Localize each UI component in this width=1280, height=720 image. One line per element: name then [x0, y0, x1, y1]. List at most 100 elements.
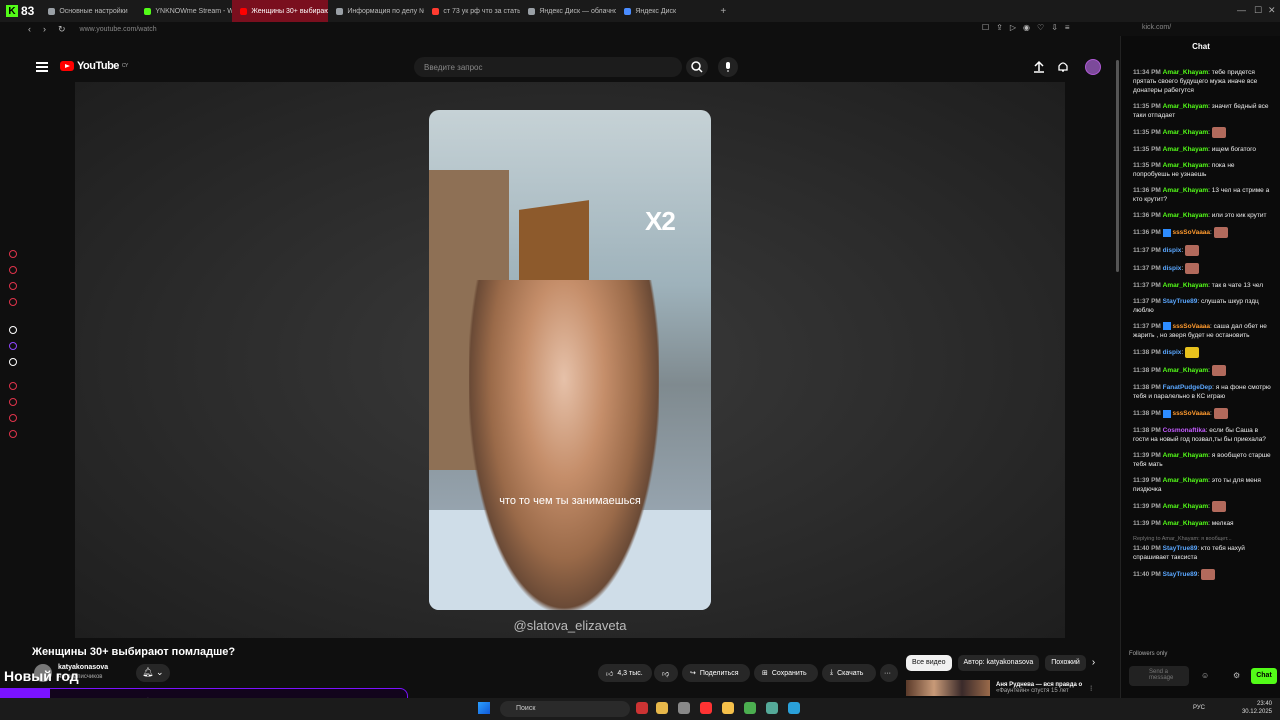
chat-message[interactable]: 11:38 PM dispix:	[1133, 347, 1273, 358]
chat-message[interactable]: 11:36 PM sssSoVaaaa:	[1133, 227, 1273, 238]
chat-message[interactable]: 11:38 PM sssSoVaaaa:	[1133, 408, 1273, 419]
chat-message[interactable]: 11:38 PM Cosmonaftika: если бы Саша в го…	[1133, 426, 1273, 444]
chat-username[interactable]: dispix	[1163, 349, 1182, 356]
menu-icon[interactable]: ≡	[1065, 23, 1070, 32]
chat-username[interactable]: Amar_Khayam	[1163, 503, 1209, 510]
search-input[interactable]: Введите запрос	[414, 57, 682, 77]
like-button[interactable]: 👍︎ 4,3 тыс.	[598, 664, 652, 682]
browser-tab[interactable]: Яндекс Диск	[616, 0, 712, 22]
chat-input[interactable]: Send a message	[1129, 666, 1189, 686]
back-icon[interactable]: ‹	[28, 24, 31, 35]
x-icon[interactable]	[9, 358, 17, 366]
url-field[interactable]: www.youtube.com/watch	[80, 26, 157, 33]
chat-message[interactable]: 11:36 PM Amar_Khayam: 13 чел на стриме а…	[1133, 186, 1273, 204]
chat-username[interactable]: Amar_Khayam	[1163, 477, 1209, 484]
recommended-video[interactable]: Аня Руднева — вся правда о «Фаунтейн» сп…	[906, 680, 1094, 696]
chat-username[interactable]: Amar_Khayam	[1163, 103, 1209, 110]
sidebar-app-icon[interactable]	[9, 382, 17, 390]
more-actions-button[interactable]: ···	[880, 664, 898, 682]
sidebar-app-icon[interactable]	[9, 398, 17, 406]
telegram-app-icon[interactable]	[788, 702, 800, 714]
voice-search-button[interactable]	[718, 57, 738, 77]
close-button[interactable]: ✕	[1268, 5, 1276, 16]
chat-username[interactable]: Amar_Khayam	[1163, 129, 1209, 136]
chat-message[interactable]: 11:38 PM Amar_Khayam:	[1133, 365, 1273, 376]
settings-icon[interactable]: ⚙	[1233, 671, 1240, 680]
chat-message[interactable]: 11:35 PM Amar_Khayam: значит бедный все …	[1133, 102, 1273, 120]
play-icon[interactable]: ▷	[1010, 23, 1016, 32]
chat-username[interactable]: Amar_Khayam	[1163, 162, 1209, 169]
browser-tab[interactable]: YNKNOWme Stream - W	[136, 0, 232, 22]
download-button[interactable]: ⤓ Скачать	[822, 664, 876, 682]
notifications-icon[interactable]	[1056, 60, 1070, 74]
chat-username[interactable]: Amar_Khayam	[1163, 187, 1209, 194]
heart-icon[interactable]: ♡	[1037, 23, 1044, 32]
chat-username[interactable]: StayTrue89	[1163, 545, 1198, 552]
chat-message[interactable]: 11:37 PM Amar_Khayam: так в чате 13 чел	[1133, 281, 1273, 290]
windows-start-icon[interactable]	[478, 702, 490, 714]
chat-message[interactable]: 11:34 PM Amar_Khayam: тебе придется прят…	[1133, 68, 1273, 95]
chat-message[interactable]: 11:39 PM Amar_Khayam: мелкая	[1133, 519, 1273, 528]
chat-username[interactable]: sssSoVaaaa	[1172, 323, 1210, 330]
chat-message[interactable]: 11:37 PM dispix:	[1133, 245, 1273, 256]
chat-username[interactable]: dispix	[1163, 265, 1182, 272]
browser-tab[interactable]: Яндекс Диск — облачное	[520, 0, 616, 22]
sidebar-app-icon[interactable]	[9, 414, 17, 422]
chat-username[interactable]: Amar_Khayam	[1163, 69, 1209, 76]
chat-username[interactable]: Amar_Khayam	[1163, 146, 1209, 153]
maximize-button[interactable]: ☐	[1254, 5, 1262, 16]
chat-username[interactable]: dispix	[1163, 247, 1182, 254]
chat-scrollbar[interactable]	[1116, 60, 1119, 272]
chat-username[interactable]: Amar_Khayam	[1163, 367, 1209, 374]
share-button[interactable]: ↪ Поделиться	[682, 664, 750, 682]
sidebar-app-icon[interactable]	[9, 282, 17, 290]
chat-message[interactable]: 11:40 PM StayTrue89: кто тебя нахуй спра…	[1133, 544, 1273, 562]
chat-message[interactable]: 11:39 PM Amar_Khayam:	[1133, 501, 1273, 512]
chat-message[interactable]: 11:39 PM Amar_Khayam: я вообщето старше …	[1133, 451, 1273, 469]
chip-similar[interactable]: Похожий	[1045, 655, 1086, 671]
chevron-right-icon[interactable]: ›	[1092, 655, 1095, 671]
account-avatar[interactable]	[1085, 59, 1101, 75]
dislike-button[interactable]: 👎︎	[654, 664, 678, 682]
upload-icon[interactable]	[1032, 60, 1046, 74]
sidebar-app-icon[interactable]	[9, 298, 17, 306]
browser-tab[interactable]: Основные настройки	[40, 0, 136, 22]
chat-username[interactable]: sssSoVaaaa	[1172, 410, 1210, 417]
video-player[interactable]: X2 что то чем ты занимаешься @slatova_el…	[75, 82, 1065, 638]
camera-icon[interactable]: ◉	[1023, 23, 1030, 32]
app-icon[interactable]	[744, 702, 756, 714]
emote-picker-icon[interactable]: ☺	[1201, 671, 1209, 680]
kick-badge[interactable]: K 83	[0, 0, 40, 22]
share-icon[interactable]: ⇪	[996, 23, 1003, 32]
browser-tab[interactable]: ст 73 ук рф что за статья	[424, 0, 520, 22]
chat-message[interactable]: 11:39 PM Amar_Khayam: это ты для меня пи…	[1133, 476, 1273, 494]
chat-message[interactable]: 11:35 PM Amar_Khayam: пока не попробуешь…	[1133, 161, 1273, 179]
chat-username[interactable]: Amar_Khayam	[1163, 520, 1209, 527]
browser-tab[interactable]: Информация по делу №	[328, 0, 424, 22]
chat-message[interactable]: 11:36 PM Amar_Khayam: или это кик крутит	[1133, 211, 1273, 220]
chip-by-author[interactable]: Автор: katyakonasova	[957, 655, 1040, 671]
chat-message[interactable]: 11:40 PM StayTrue89:	[1133, 569, 1273, 580]
save-button[interactable]: ⊞ Сохранить	[754, 664, 818, 682]
bookmark-icon[interactable]: ☐	[982, 23, 989, 32]
chat-username[interactable]: Cosmonaftika	[1163, 427, 1206, 434]
chat-message[interactable]: 11:37 PM sssSoVaaaa: саша дал обет не жа…	[1133, 322, 1273, 340]
app-icon[interactable]	[722, 702, 734, 714]
minimize-button[interactable]: —	[1237, 5, 1246, 15]
chat-message[interactable]: 11:35 PM Amar_Khayam:	[1133, 127, 1273, 138]
app-icon[interactable]	[766, 702, 778, 714]
chat-username[interactable]: Amar_Khayam	[1163, 452, 1209, 459]
browser-tab[interactable]: Женщины 30+ выбирают	[232, 0, 329, 22]
opera-app-icon[interactable]	[636, 702, 648, 714]
send-chat-button[interactable]: Chat	[1251, 668, 1277, 684]
chat-username[interactable]: Amar_Khayam	[1163, 212, 1209, 219]
taskbar-search[interactable]: Поиск	[500, 701, 630, 717]
chat-message[interactable]: 11:37 PM StayTrue89: слушать шкур пздц л…	[1133, 297, 1273, 315]
chip-all-videos[interactable]: Все видео	[906, 655, 952, 671]
twitch-icon[interactable]	[9, 342, 17, 350]
explorer-app-icon[interactable]	[656, 702, 668, 714]
settings-app-icon[interactable]	[678, 702, 690, 714]
reload-icon[interactable]: ↻	[58, 24, 66, 35]
forward-icon[interactable]: ›	[43, 24, 46, 35]
youtube-logo[interactable]: YouTube CY	[60, 60, 128, 72]
